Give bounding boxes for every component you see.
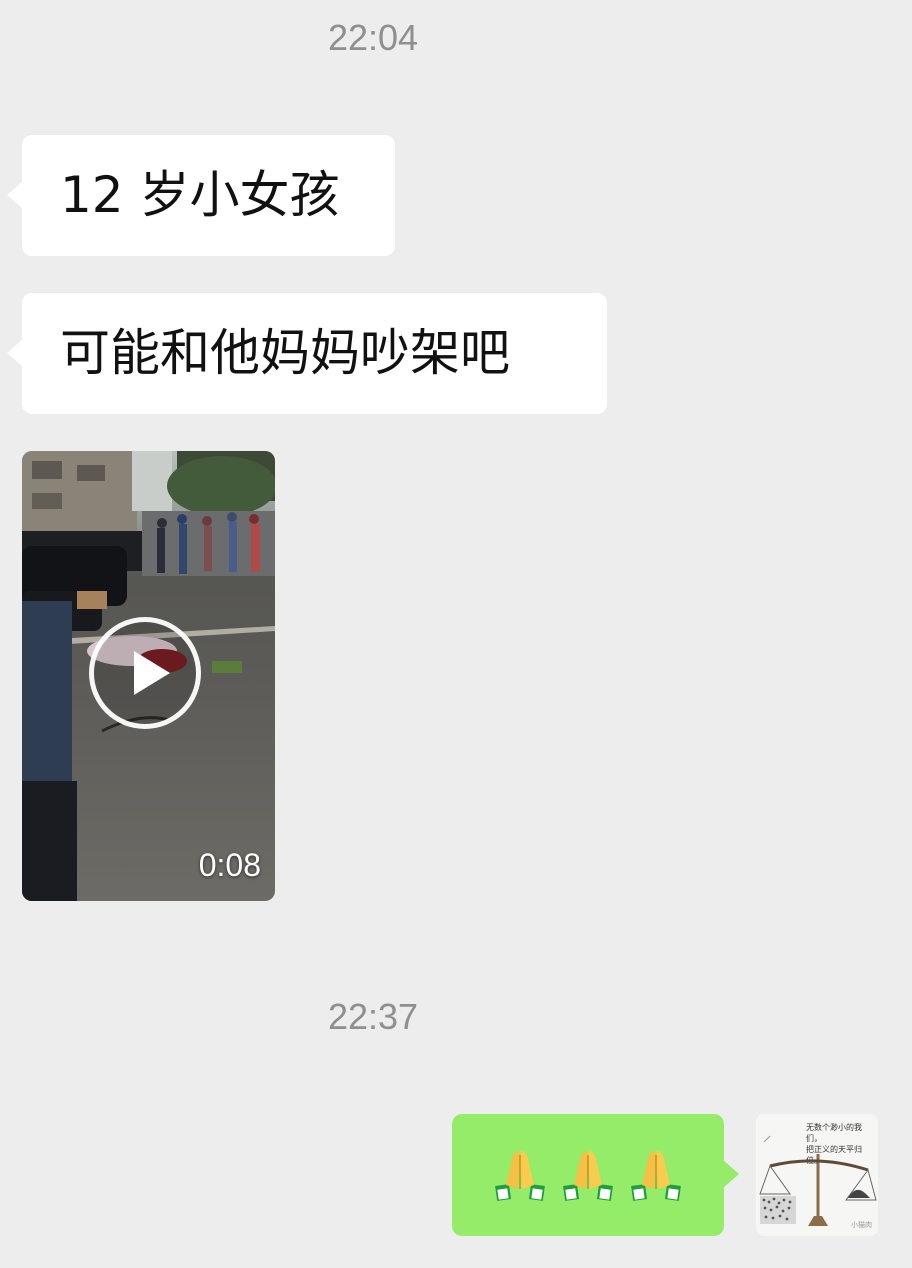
video-duration: 0:08 bbox=[198, 847, 261, 883]
chat-timestamp: 22:37 bbox=[327, 996, 419, 1037]
folded-hands-emoji-icon bbox=[495, 1151, 545, 1201]
avatar-watermark: 小猫肉 bbox=[851, 1221, 872, 1229]
play-icon[interactable] bbox=[89, 617, 201, 729]
folded-hands-emoji-icon bbox=[563, 1151, 613, 1201]
incoming-message-bubble[interactable]: 可能和他妈妈吵架吧 bbox=[7, 293, 607, 414]
message-text: 可能和他妈妈吵架吧 bbox=[60, 324, 510, 382]
message-text: 12 岁小女孩 bbox=[60, 166, 340, 224]
scales-of-justice-icon bbox=[759, 1135, 877, 1226]
outgoing-message-bubble[interactable] bbox=[452, 1114, 739, 1236]
folded-hands-emoji-icon bbox=[631, 1151, 681, 1201]
chat-timestamp: 22:04 bbox=[327, 17, 419, 58]
own-avatar[interactable]: 无数个渺小的我们， 把正义的天平归位。 小猫肉 bbox=[756, 1114, 878, 1236]
video-message-thumbnail[interactable]: 0:08 bbox=[22, 451, 275, 901]
incoming-message-bubble[interactable]: 12 岁小女孩 bbox=[7, 135, 395, 256]
